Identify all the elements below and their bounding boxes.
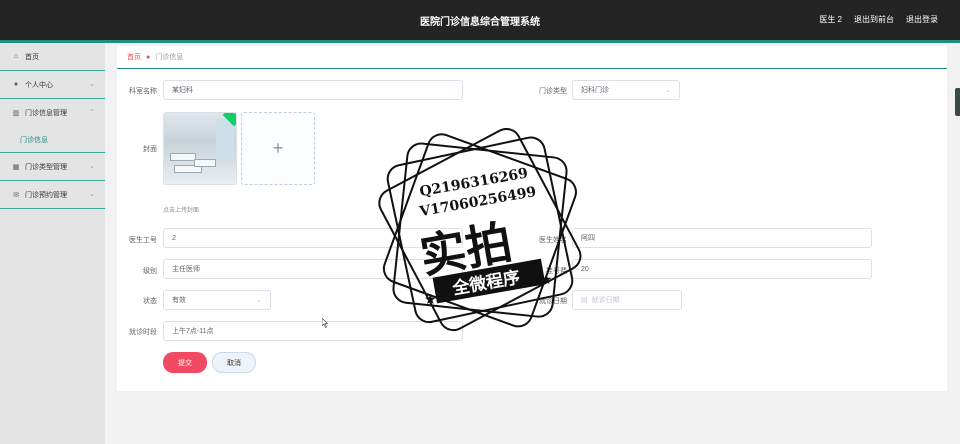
period-label: 就诊时段 — [129, 329, 157, 336]
sidebar-item-label: 门诊类型管理 — [25, 163, 67, 171]
image-window — [216, 119, 234, 159]
exit-to-frontend-link[interactable]: 退出到前台 — [854, 14, 894, 25]
dept-label: 科室名称 — [129, 88, 157, 95]
cover-label: 封面 — [143, 146, 157, 153]
type-select[interactable]: 妇科门诊 ⌄ — [572, 80, 680, 100]
chevron-down-icon: ⌄ — [89, 163, 95, 170]
breadcrumb-divider — [117, 68, 947, 69]
doctor-no-label: 医生工号 — [129, 237, 157, 244]
sidebar: ⌂ 首页 ● 个人中心 ⌄ ▥ 门诊信息管理 ⌃ 门诊信息 ▦ 门诊类型管理 ⌄… — [0, 43, 105, 444]
upload-button[interactable]: + — [241, 112, 315, 185]
sidebar-item-appointment[interactable]: ✉ 门诊预约管理 ⌄ — [0, 181, 105, 209]
type-label: 门诊类型 — [539, 88, 567, 95]
fee-input[interactable]: 20 — [572, 259, 872, 279]
watermark-stamp: Q2196316269 V17060256499 实拍 全微程序 ★ ★ — [378, 128, 582, 332]
chevron-down-icon: ⌄ — [256, 297, 262, 304]
header-accent-line — [0, 40, 960, 43]
logout-link[interactable]: 退出登录 — [906, 14, 938, 25]
top-bar: 医院门诊信息综合管理系统 医生 2 退出到前台 退出登录 — [0, 0, 960, 40]
app-title: 医院门诊信息综合管理系统 — [420, 17, 540, 28]
doctor-name-input[interactable]: 阿四 — [572, 228, 872, 248]
star-icon: ★ — [424, 291, 437, 307]
sidebar-item-label: 门诊信息管理 — [25, 110, 67, 117]
current-user[interactable]: 医生 2 — [819, 14, 842, 25]
status-label: 状态 — [143, 298, 157, 305]
level-label: 级别 — [143, 268, 157, 275]
mail-icon: ✉ — [13, 191, 19, 199]
chart-icon: ▥ — [12, 110, 20, 117]
sidebar-item-home[interactable]: ⌂ 首页 — [0, 43, 105, 71]
cancel-button[interactable]: 取消 — [212, 352, 256, 373]
date-placeholder: 就诊日期 — [591, 297, 620, 304]
star-icon: ★ — [540, 271, 553, 287]
sidebar-subitem-clinic-info[interactable]: 门诊信息 — [0, 127, 105, 153]
status-select-value: 有效 — [172, 297, 186, 304]
chevron-down-icon: ⌄ — [665, 87, 671, 94]
chevron-down-icon: ⌄ — [89, 191, 95, 198]
home-icon: ⌂ — [13, 53, 19, 60]
sidebar-item-label: 首页 — [25, 53, 39, 61]
breadcrumb: 首页 ● 门诊信息 — [127, 52, 183, 62]
date-picker[interactable]: ▤ 就诊日期 — [572, 290, 682, 310]
type-select-value: 妇科门诊 — [581, 87, 609, 94]
top-nav: 医生 2 退出到前台 退出登录 — [819, 14, 938, 25]
image-bed — [170, 153, 196, 161]
sidebar-item-label: 门诊预约管理 — [25, 191, 67, 199]
mouse-cursor-icon — [322, 318, 328, 328]
home-icon: ● — [146, 53, 151, 61]
chevron-up-icon: ⌃ — [89, 109, 95, 116]
dept-input[interactable]: 某妇科 — [163, 80, 463, 100]
user-icon: ● — [13, 81, 19, 88]
status-select[interactable]: 有效 ⌄ — [163, 290, 271, 310]
sidebar-item-label: 个人中心 — [25, 81, 53, 89]
sidebar-item-clinic-type[interactable]: ▦ 门诊类型管理 ⌄ — [0, 153, 105, 181]
plus-icon: + — [272, 138, 284, 158]
chevron-down-icon: ⌄ — [89, 81, 95, 88]
side-handle[interactable] — [955, 88, 960, 116]
sidebar-item-clinic-info[interactable]: ▥ 门诊信息管理 ⌃ — [0, 99, 105, 127]
submit-button[interactable]: 提交 — [163, 352, 207, 373]
upload-hint: 点击上传封面 — [163, 208, 200, 214]
grid-icon: ▦ — [12, 163, 20, 171]
breadcrumb-home[interactable]: 首页 — [127, 52, 141, 62]
cover-image[interactable] — [163, 112, 237, 185]
sidebar-item-profile[interactable]: ● 个人中心 ⌄ — [0, 71, 105, 99]
breadcrumb-current: 门诊信息 — [155, 54, 184, 61]
image-bed — [194, 159, 216, 167]
